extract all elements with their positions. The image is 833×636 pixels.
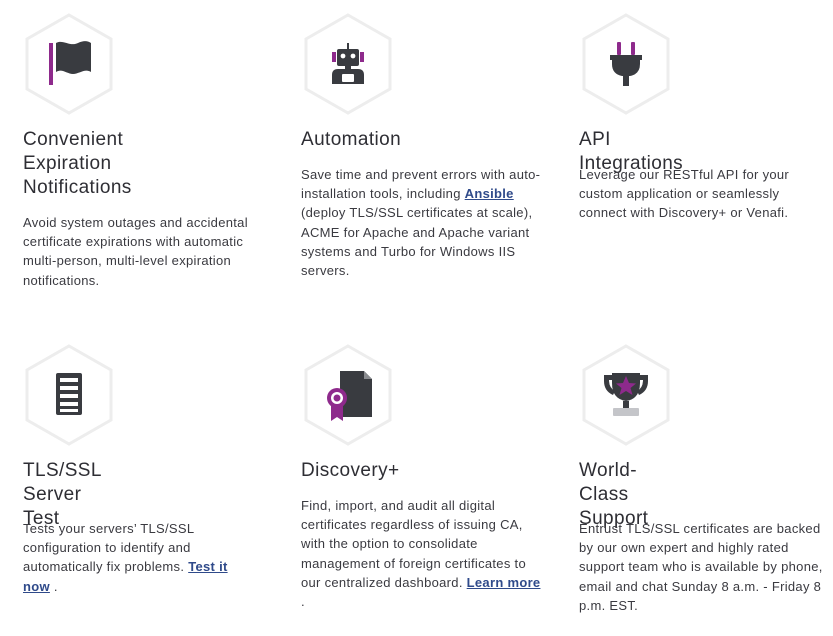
server-icon (56, 373, 82, 415)
feature-description: Leverage our RESTful API for your custom… (579, 167, 790, 221)
feature-description: Find, import, and audit all digital cert… (301, 498, 541, 610)
feature-description: Entrust TLS/SSL certificates are backed … (579, 521, 823, 613)
feature-description: Save time and prevent errors with auto-i… (301, 167, 541, 279)
hex-badge (580, 12, 672, 116)
hex-badge (23, 12, 115, 116)
hex-badge (302, 12, 394, 116)
feature-description: Tests your servers’ TLS/SSL configuratio… (23, 521, 228, 594)
feature-title: Automation (301, 129, 402, 150)
feature-title: Discovery+ (301, 460, 400, 481)
ansible-link[interactable]: Ansible (465, 186, 514, 201)
hex-badge (302, 343, 394, 447)
hex-badge (23, 343, 115, 447)
feature-title: Convenient Expiration Notifications (23, 129, 132, 198)
learn-more-link[interactable]: Learn more (467, 575, 541, 590)
hex-badge (580, 343, 672, 447)
feature-description: Avoid system outages and accidental cert… (23, 215, 248, 288)
